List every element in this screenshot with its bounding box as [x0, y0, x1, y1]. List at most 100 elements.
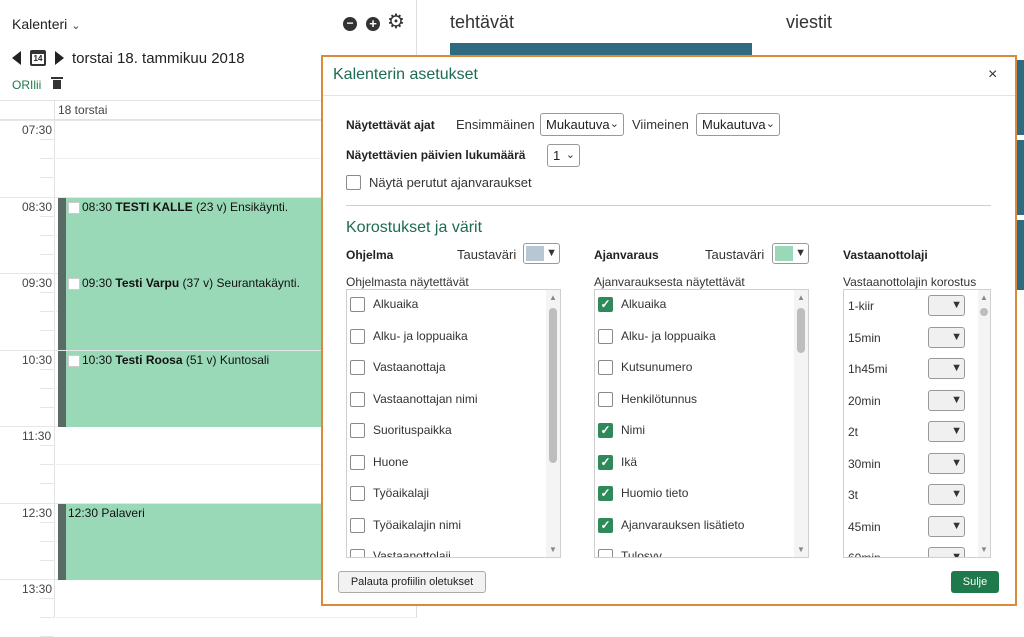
scroll-thumb[interactable]: [797, 308, 805, 353]
list-item[interactable]: Alku- ja loppuaika: [595, 322, 808, 353]
highlight-color-dropdown[interactable]: ▼: [928, 358, 965, 379]
scroll-down-icon[interactable]: ▼: [797, 545, 805, 554]
list-item[interactable]: Vastaanottaja: [347, 353, 560, 384]
list-item[interactable]: Työaikalaji: [347, 479, 560, 510]
checkbox[interactable]: [598, 360, 613, 375]
scrollbar[interactable]: ▲ ▼: [978, 290, 990, 557]
list-item[interactable]: ✓ Ajanvarauksen lisätieto: [595, 511, 808, 542]
highlight-color-dropdown[interactable]: ▼: [928, 515, 965, 537]
list-item-label: Huomio tieto: [621, 486, 689, 500]
checkbox[interactable]: [350, 517, 365, 533]
reset-defaults-button[interactable]: Palauta profiilin oletukset: [338, 571, 486, 593]
event-checkbox[interactable]: [68, 355, 80, 367]
booking-fields-list[interactable]: Tulosyy ✓ Ajanvarauksen lisätieto ✓ Huomio t…: [594, 289, 809, 558]
highlight-color-dropdown[interactable]: ▼: [928, 547, 965, 557]
caret-down-icon: ▼: [546, 247, 557, 259]
list-item[interactable]: Tulosyy: [595, 542, 808, 557]
reception-type-label: 60min: [848, 551, 881, 558]
calendar-event[interactable]: 12:30 Palaveri: [58, 504, 321, 580]
calendar-event[interactable]: 08:30 TESTI KALLE (23 v) Ensikäynti.: [58, 198, 321, 274]
side-strip: [1016, 60, 1024, 135]
zoom-in-icon[interactable]: +: [366, 17, 380, 31]
highlight-color-dropdown[interactable]: ▼: [928, 326, 965, 348]
scroll-down-icon[interactable]: ▼: [549, 545, 557, 554]
tab-tasks[interactable]: tehtävät: [450, 12, 514, 33]
close-icon[interactable]: ×: [988, 66, 1002, 84]
reception-row: 45min ▼: [844, 511, 990, 542]
next-day-icon[interactable]: [55, 51, 64, 65]
first-time-select[interactable]: Mukautuva ⌄: [540, 113, 624, 136]
checkbox[interactable]: [350, 297, 365, 312]
program-fields-list[interactable]: Vastaanottolaji Työaikalajin nimi Työaikal…: [346, 289, 561, 558]
list-item[interactable]: Suorituspaikka: [347, 416, 560, 447]
last-time-select[interactable]: Mukautuva ⌄: [696, 113, 780, 136]
checkbox[interactable]: [598, 391, 613, 407]
user-code[interactable]: ORIlii: [12, 78, 41, 92]
checkbox[interactable]: [598, 549, 613, 557]
scroll-up-icon[interactable]: ▲: [797, 293, 805, 302]
list-item[interactable]: ✓ Alkuaika: [595, 290, 808, 321]
highlight-color-dropdown[interactable]: ▼: [928, 484, 965, 505]
event-patient-name: Testi Varpu: [115, 276, 180, 290]
days-count-value: 1: [553, 148, 561, 163]
event-checkbox[interactable]: [68, 202, 80, 214]
event-checkbox[interactable]: [68, 278, 80, 290]
list-item[interactable]: Alkuaika: [347, 290, 560, 321]
calendar-title-dropdown[interactable]: Kalenteri ⌄: [12, 16, 80, 32]
list-item[interactable]: Henkilötunnus: [595, 385, 808, 416]
checkbox[interactable]: [350, 454, 365, 470]
scroll-down-icon[interactable]: ▼: [980, 545, 988, 554]
event-text: 09:30 Testi Varpu (37 v) Seurantakäynti.: [82, 276, 300, 290]
scrollbar[interactable]: ▲ ▼: [546, 290, 560, 557]
trash-icon[interactable]: [51, 77, 63, 89]
previous-day-icon[interactable]: [12, 51, 21, 65]
list-item[interactable]: Alku- ja loppuaika: [347, 322, 560, 353]
zoom-out-icon[interactable]: −: [343, 17, 357, 31]
scroll-thumb[interactable]: [980, 308, 988, 316]
close-button[interactable]: Sulje: [951, 571, 999, 593]
list-item-label: Huone: [373, 454, 409, 469]
list-item[interactable]: ✓ Nimi: [595, 416, 808, 447]
tab-messages[interactable]: viestit: [786, 12, 832, 33]
scroll-thumb[interactable]: [549, 308, 557, 463]
scrollbar[interactable]: ▲ ▼: [794, 290, 808, 557]
highlight-color-dropdown[interactable]: ▼: [928, 421, 965, 442]
booking-color-picker[interactable]: ▼: [772, 243, 809, 264]
reception-highlight-list[interactable]: 60min ▼ 45min ▼ 3t ▼ 30min ▼ 2t ▼ 20min ▼ 1h45mi ▼ 15m…: [843, 289, 991, 558]
highlight-color-dropdown[interactable]: ▼: [928, 295, 965, 316]
checkbox[interactable]: [350, 486, 365, 501]
scroll-up-icon[interactable]: ▲: [549, 293, 557, 302]
list-item[interactable]: Vastaanottolaji: [347, 542, 560, 557]
calendar-event[interactable]: 09:30 Testi Varpu (37 v) Seurantakäynti.: [58, 274, 321, 350]
gear-icon[interactable]: ⚙: [386, 12, 406, 32]
list-item[interactable]: Vastaanottajan nimi: [347, 385, 560, 416]
checkbox-checked[interactable]: ✓: [598, 486, 613, 501]
list-item[interactable]: Kutsunumero: [595, 353, 808, 384]
checkbox[interactable]: [350, 549, 365, 557]
checkbox[interactable]: [350, 423, 365, 438]
hour-label: 13:30: [22, 582, 53, 596]
list-item[interactable]: ✓ Huomio tieto: [595, 479, 808, 510]
checkbox[interactable]: [350, 328, 365, 344]
days-count-select[interactable]: 1 ⌄: [547, 144, 580, 167]
list-item[interactable]: Huone: [347, 448, 560, 479]
highlight-color-dropdown[interactable]: ▼: [928, 389, 965, 411]
scroll-up-icon[interactable]: ▲: [980, 293, 988, 302]
highlight-color-dropdown[interactable]: ▼: [928, 452, 965, 474]
checkbox-checked[interactable]: ✓: [598, 454, 613, 470]
checkbox-checked[interactable]: ✓: [598, 517, 613, 533]
program-color-swatch: [526, 246, 544, 261]
checkbox[interactable]: [350, 360, 365, 375]
checkbox[interactable]: [598, 328, 613, 344]
list-item[interactable]: ✓ Ikä: [595, 448, 808, 479]
list-item[interactable]: Työaikalajin nimi: [347, 511, 560, 542]
booking-color-swatch: [775, 246, 793, 261]
calendar-icon[interactable]: 14: [30, 50, 46, 66]
program-color-picker[interactable]: ▼: [523, 243, 560, 264]
show-cancelled-checkbox[interactable]: [346, 175, 361, 190]
program-heading: Ohjelma: [346, 248, 394, 262]
checkbox-checked[interactable]: ✓: [598, 297, 613, 312]
checkbox-checked[interactable]: ✓: [598, 423, 613, 438]
checkbox[interactable]: [350, 391, 365, 407]
calendar-event[interactable]: 10:30 Testi Roosa (51 v) Kuntosali: [58, 351, 321, 427]
